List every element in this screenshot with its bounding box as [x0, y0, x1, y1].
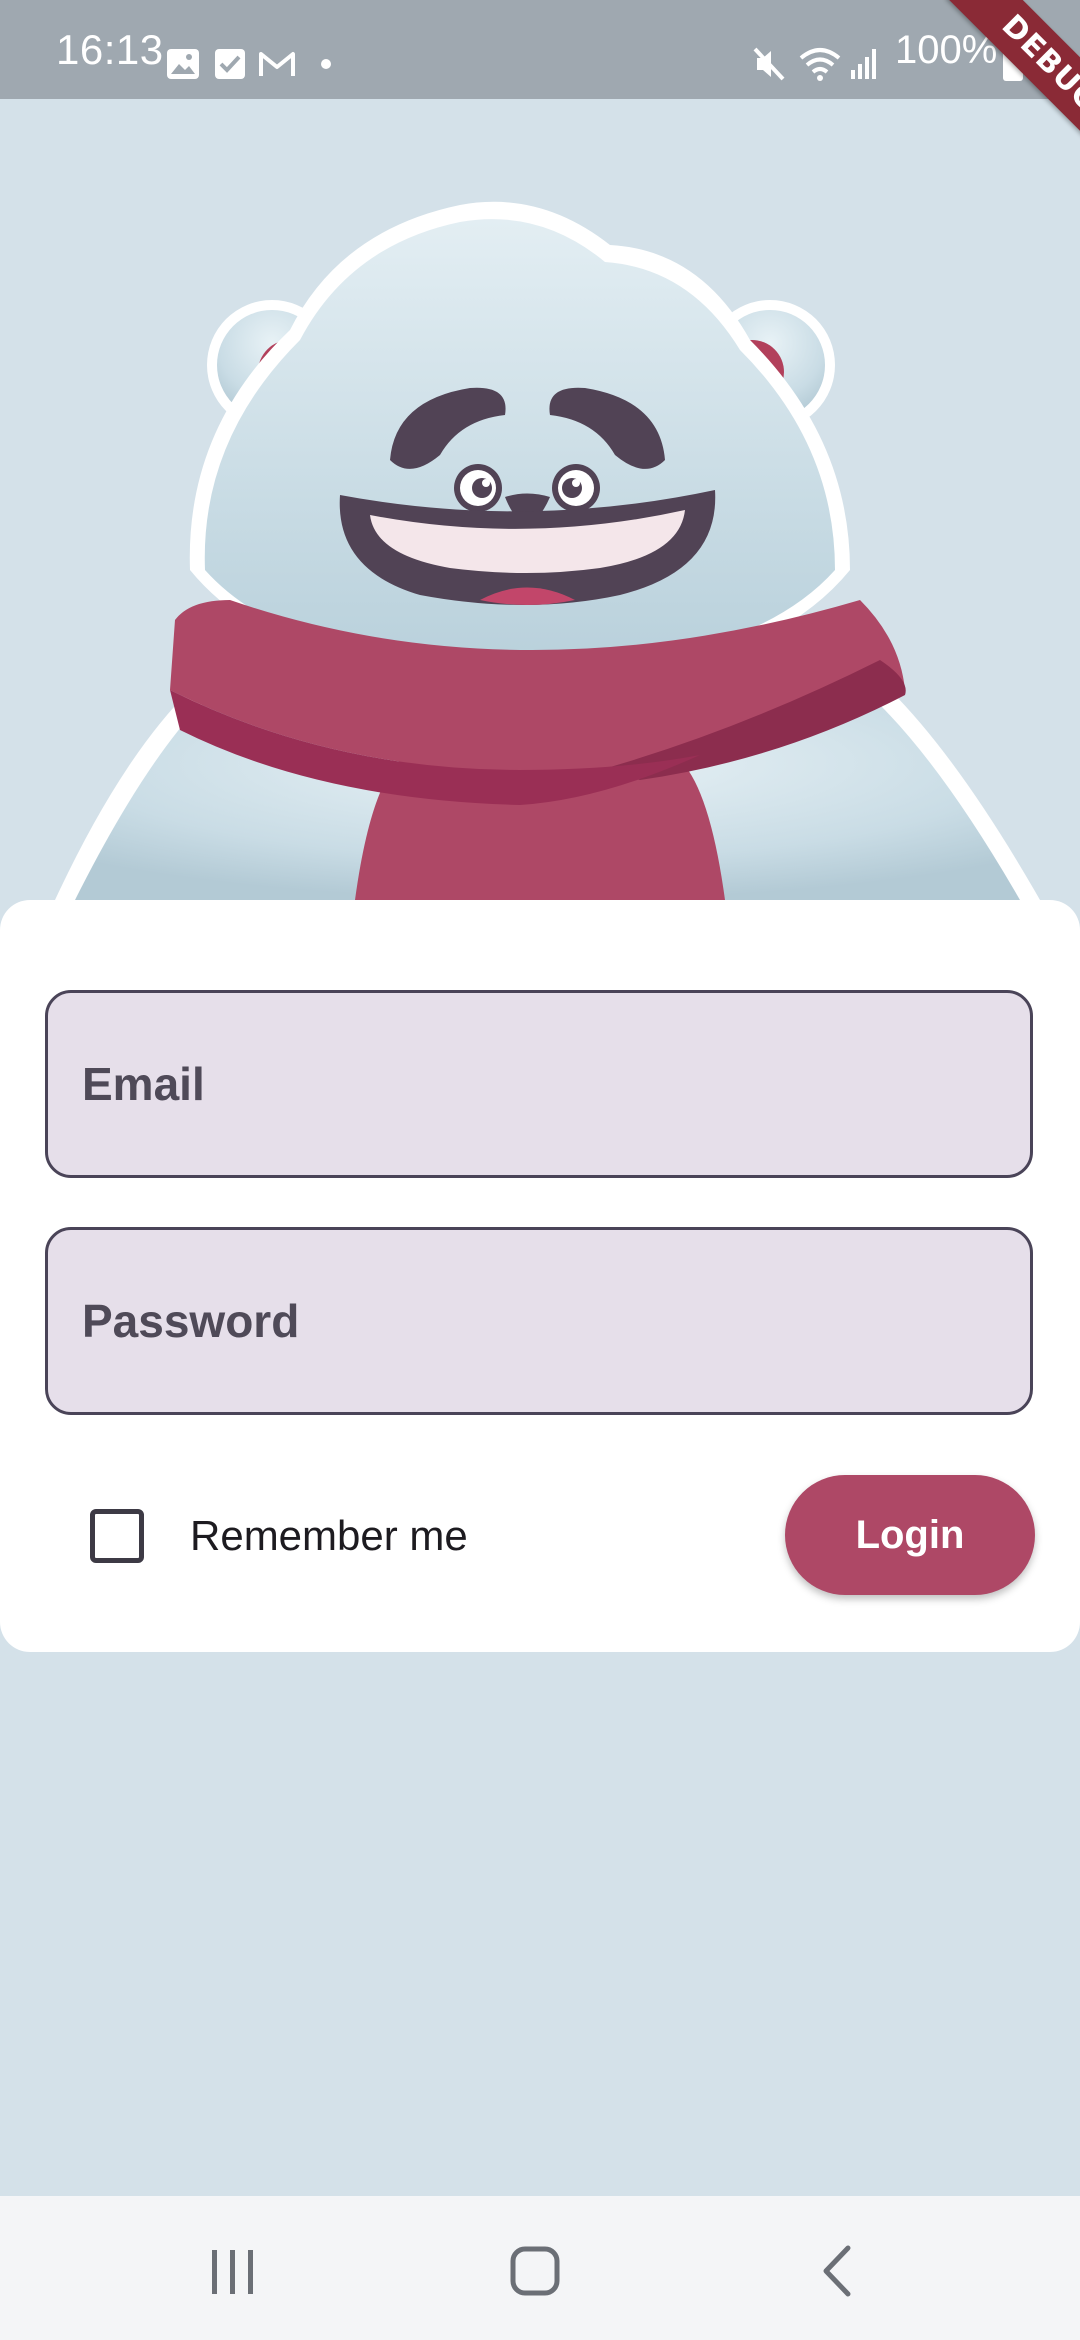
gmail-icon — [259, 52, 295, 76]
email-input[interactable] — [48, 993, 1030, 1175]
home-icon[interactable] — [490, 2236, 580, 2306]
remember-me-checkbox[interactable] — [90, 1509, 144, 1563]
remember-me-label[interactable]: Remember me — [190, 1508, 468, 1564]
mute-icon — [753, 47, 785, 81]
login-button[interactable]: Login — [785, 1475, 1035, 1595]
navigation-bar — [0, 2196, 1080, 2340]
login-card: Remember me Login — [0, 900, 1080, 1652]
status-bar: 16:13 100% — [0, 0, 1080, 99]
dot-icon — [321, 59, 331, 69]
email-field[interactable] — [45, 990, 1033, 1178]
password-input[interactable] — [48, 1230, 1030, 1412]
recent-apps-icon[interactable] — [188, 2236, 278, 2306]
signal-icon — [851, 49, 876, 79]
checkbox-notification-icon — [215, 49, 245, 79]
wifi-icon — [799, 48, 841, 81]
status-time: 16:13 — [56, 26, 164, 73]
password-field[interactable] — [45, 1227, 1033, 1415]
yeti-mascot-illustration — [55, 201, 1040, 900]
gallery-icon — [167, 49, 199, 79]
back-icon[interactable] — [794, 2236, 884, 2306]
